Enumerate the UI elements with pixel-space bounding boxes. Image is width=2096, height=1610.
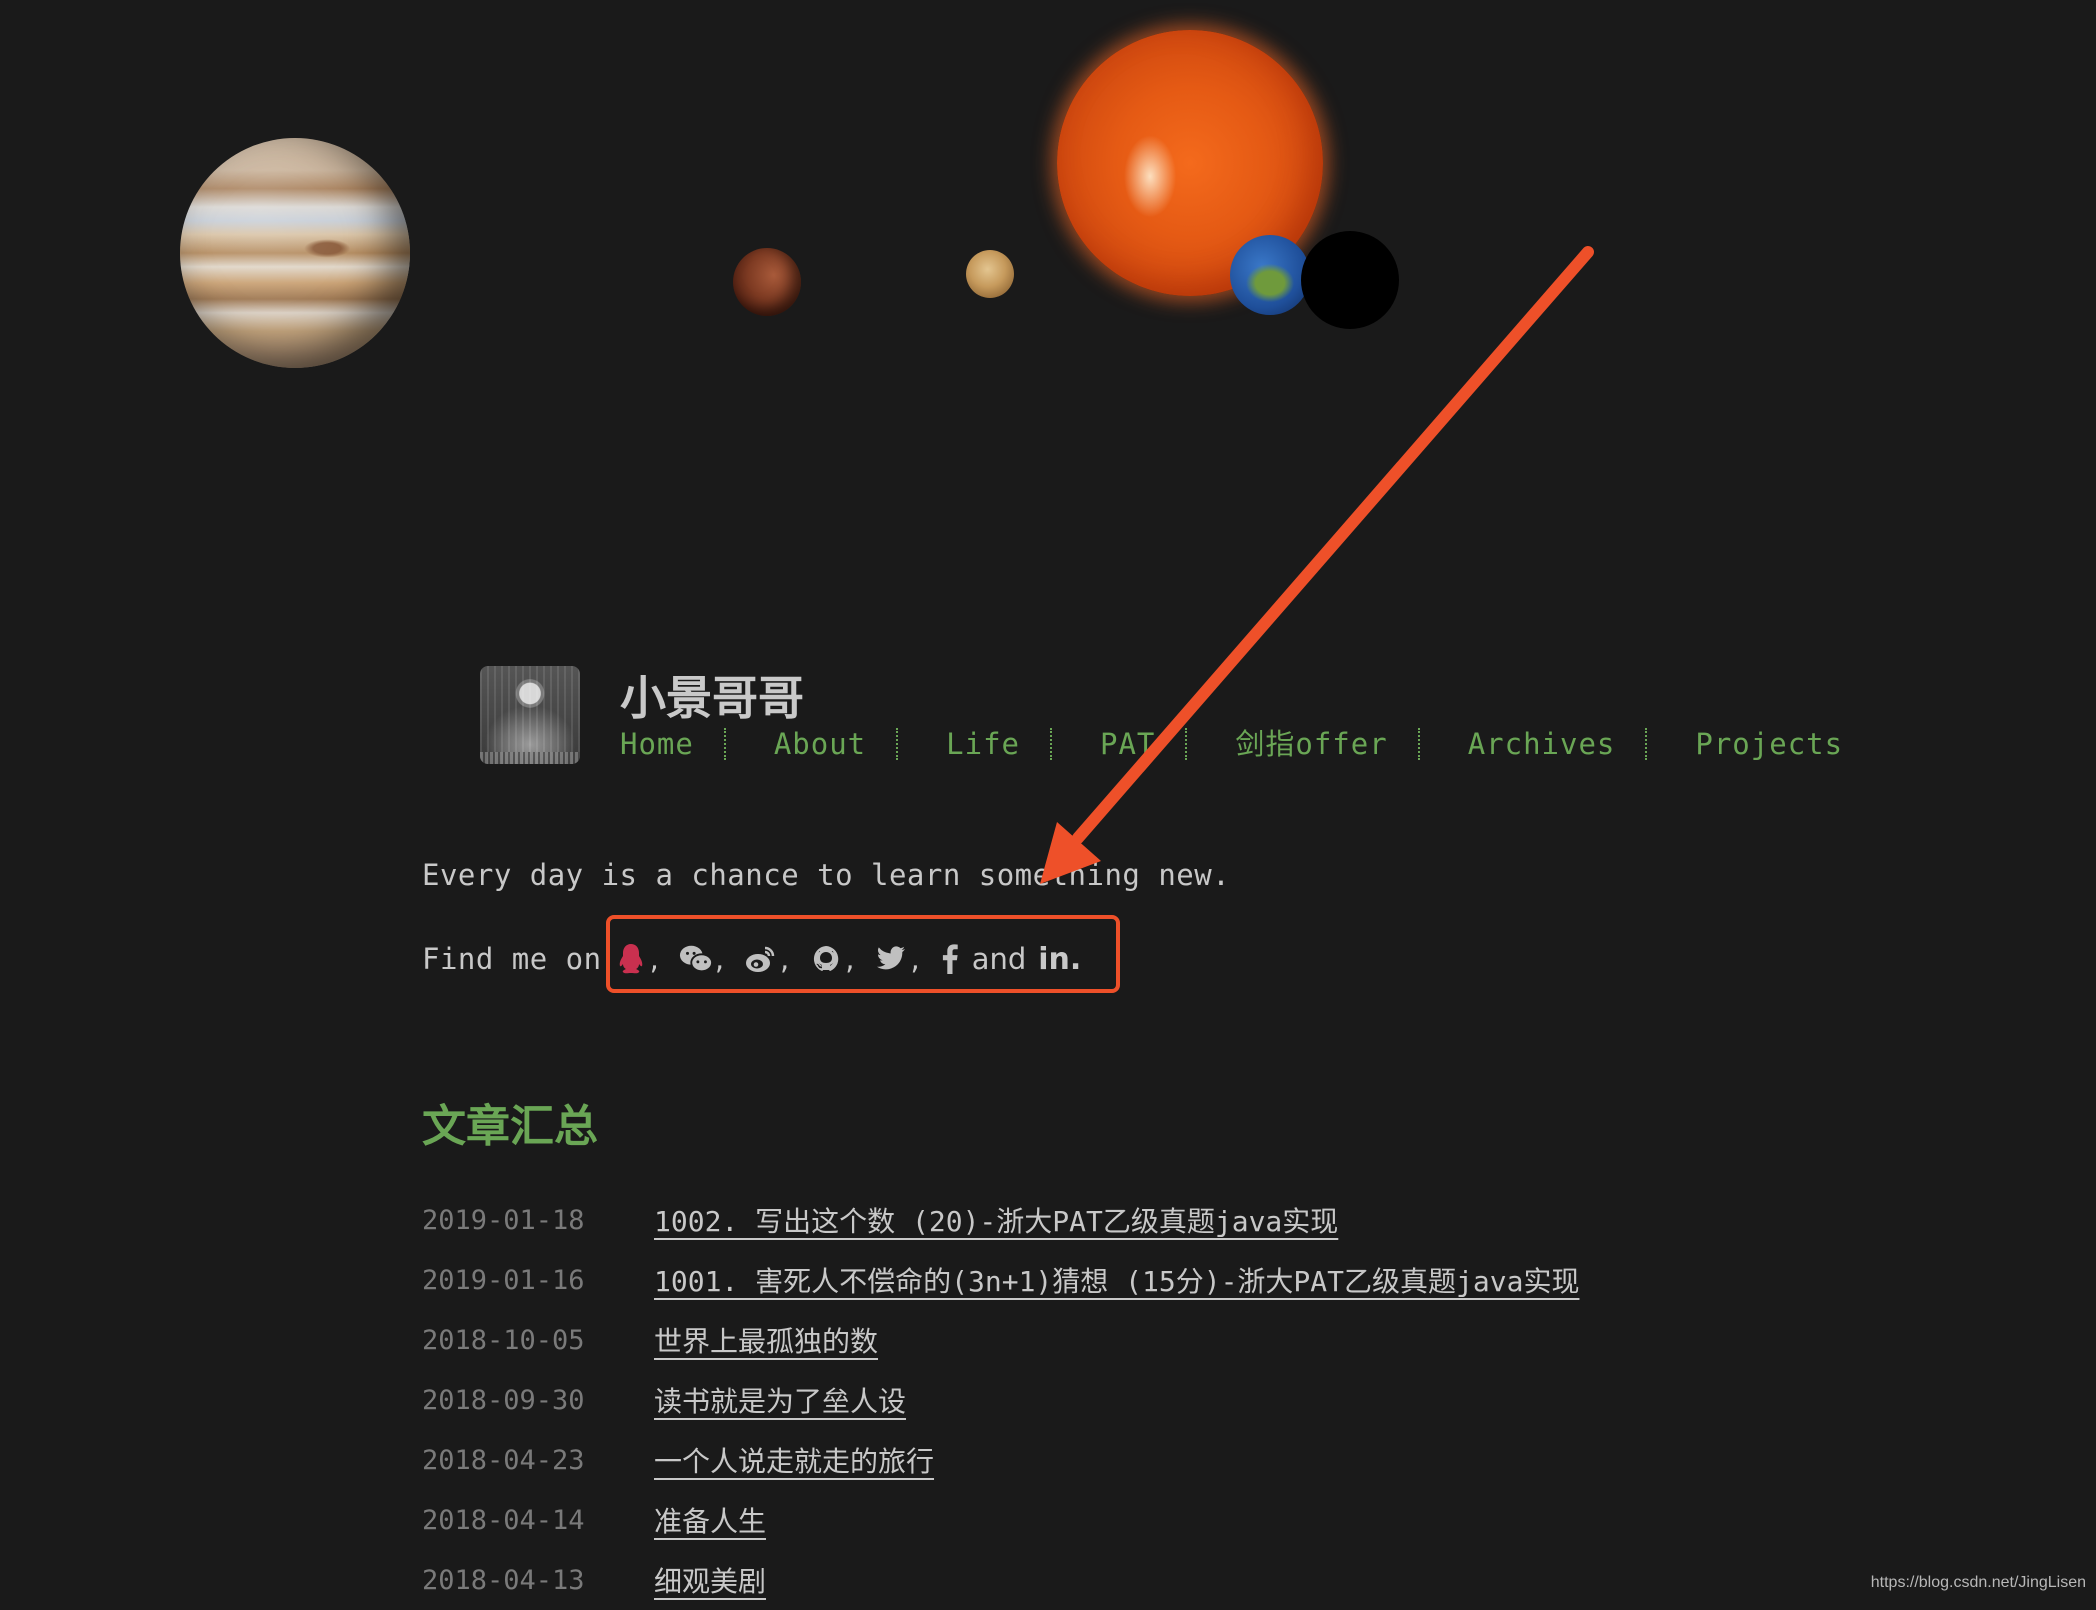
post-date: 2018-04-14 [422, 1504, 585, 1536]
list-item: 2018-04-23 一个人说走就走的旅行 [422, 1430, 1579, 1490]
nav-separator [896, 728, 899, 760]
tagline: Every day is a chance to learn something… [422, 858, 1231, 892]
earth-planet-image [1230, 235, 1310, 315]
list-item: 2018-04-13 细观美剧 [422, 1550, 1579, 1610]
post-title-link[interactable]: 细观美剧 [654, 1560, 766, 1600]
nav-pat[interactable]: PAT [1100, 724, 1155, 764]
find-me-label: Find me on [422, 942, 602, 976]
watermark: https://blog.csdn.net/JingLisen [1870, 1574, 2086, 1591]
post-date: 2019-01-18 [422, 1204, 585, 1236]
list-item: 2019-01-18 1002. 写出这个数 (20)-浙大PAT乙级真题jav… [422, 1190, 1579, 1250]
nav-archives[interactable]: Archives [1468, 724, 1616, 764]
list-item: 2018-09-30 读书就是为了垒人设 [422, 1370, 1579, 1430]
nav-separator [1417, 728, 1420, 760]
mars-planet-image [733, 248, 801, 316]
post-title-link[interactable]: 准备人生 [654, 1500, 766, 1540]
nav-projects[interactable]: Projects [1695, 724, 1843, 764]
nav-about[interactable]: About [774, 724, 866, 764]
post-date: 2018-04-23 [422, 1444, 585, 1476]
nav-home[interactable]: Home [620, 724, 694, 764]
main-nav: Home About Life PAT 剑指offer Archives Pro… [620, 724, 1843, 764]
annotation-highlight-box [606, 915, 1120, 993]
list-item: 2018-04-14 准备人生 [422, 1490, 1579, 1550]
post-title-link[interactable]: 1002. 写出这个数 (20)-浙大PAT乙级真题java实现 [654, 1200, 1338, 1240]
avatar[interactable] [480, 666, 580, 764]
eclipse-moon-image [1301, 231, 1399, 329]
post-title-link[interactable]: 1001. 害死人不偿命的(3n+1)猜想 (15分)-浙大PAT乙级真题jav… [654, 1260, 1579, 1300]
site-title[interactable]: 小景哥哥 [620, 666, 804, 730]
list-item: 2019-01-16 1001. 害死人不偿命的(3n+1)猜想 (15分)-浙… [422, 1250, 1579, 1310]
nav-separator [1185, 728, 1188, 760]
post-date: 2018-04-13 [422, 1564, 585, 1596]
solar-system-banner [0, 0, 2096, 460]
nav-jianzhi-offer[interactable]: 剑指offer [1235, 724, 1387, 764]
jupiter-planet-image [180, 138, 410, 368]
post-title-link[interactable]: 读书就是为了垒人设 [654, 1380, 906, 1420]
post-date: 2019-01-16 [422, 1264, 585, 1296]
posts-section-heading: 文章汇总 [422, 1101, 598, 1152]
post-title-link[interactable]: 世界上最孤独的数 [654, 1320, 878, 1360]
mercury-planet-image [966, 250, 1014, 298]
post-date: 2018-09-30 [422, 1384, 585, 1416]
post-date: 2018-10-05 [422, 1324, 585, 1356]
post-title-link[interactable]: 一个人说走就走的旅行 [654, 1440, 934, 1480]
nav-separator [723, 728, 726, 760]
avatar-keyboard-detail [480, 752, 580, 764]
nav-separator [1645, 728, 1648, 760]
list-item: 2018-10-05 世界上最孤独的数 [422, 1310, 1579, 1370]
nav-life[interactable]: Life [946, 724, 1020, 764]
nav-separator [1050, 728, 1052, 760]
post-list: 2019-01-18 1002. 写出这个数 (20)-浙大PAT乙级真题jav… [422, 1190, 1579, 1610]
